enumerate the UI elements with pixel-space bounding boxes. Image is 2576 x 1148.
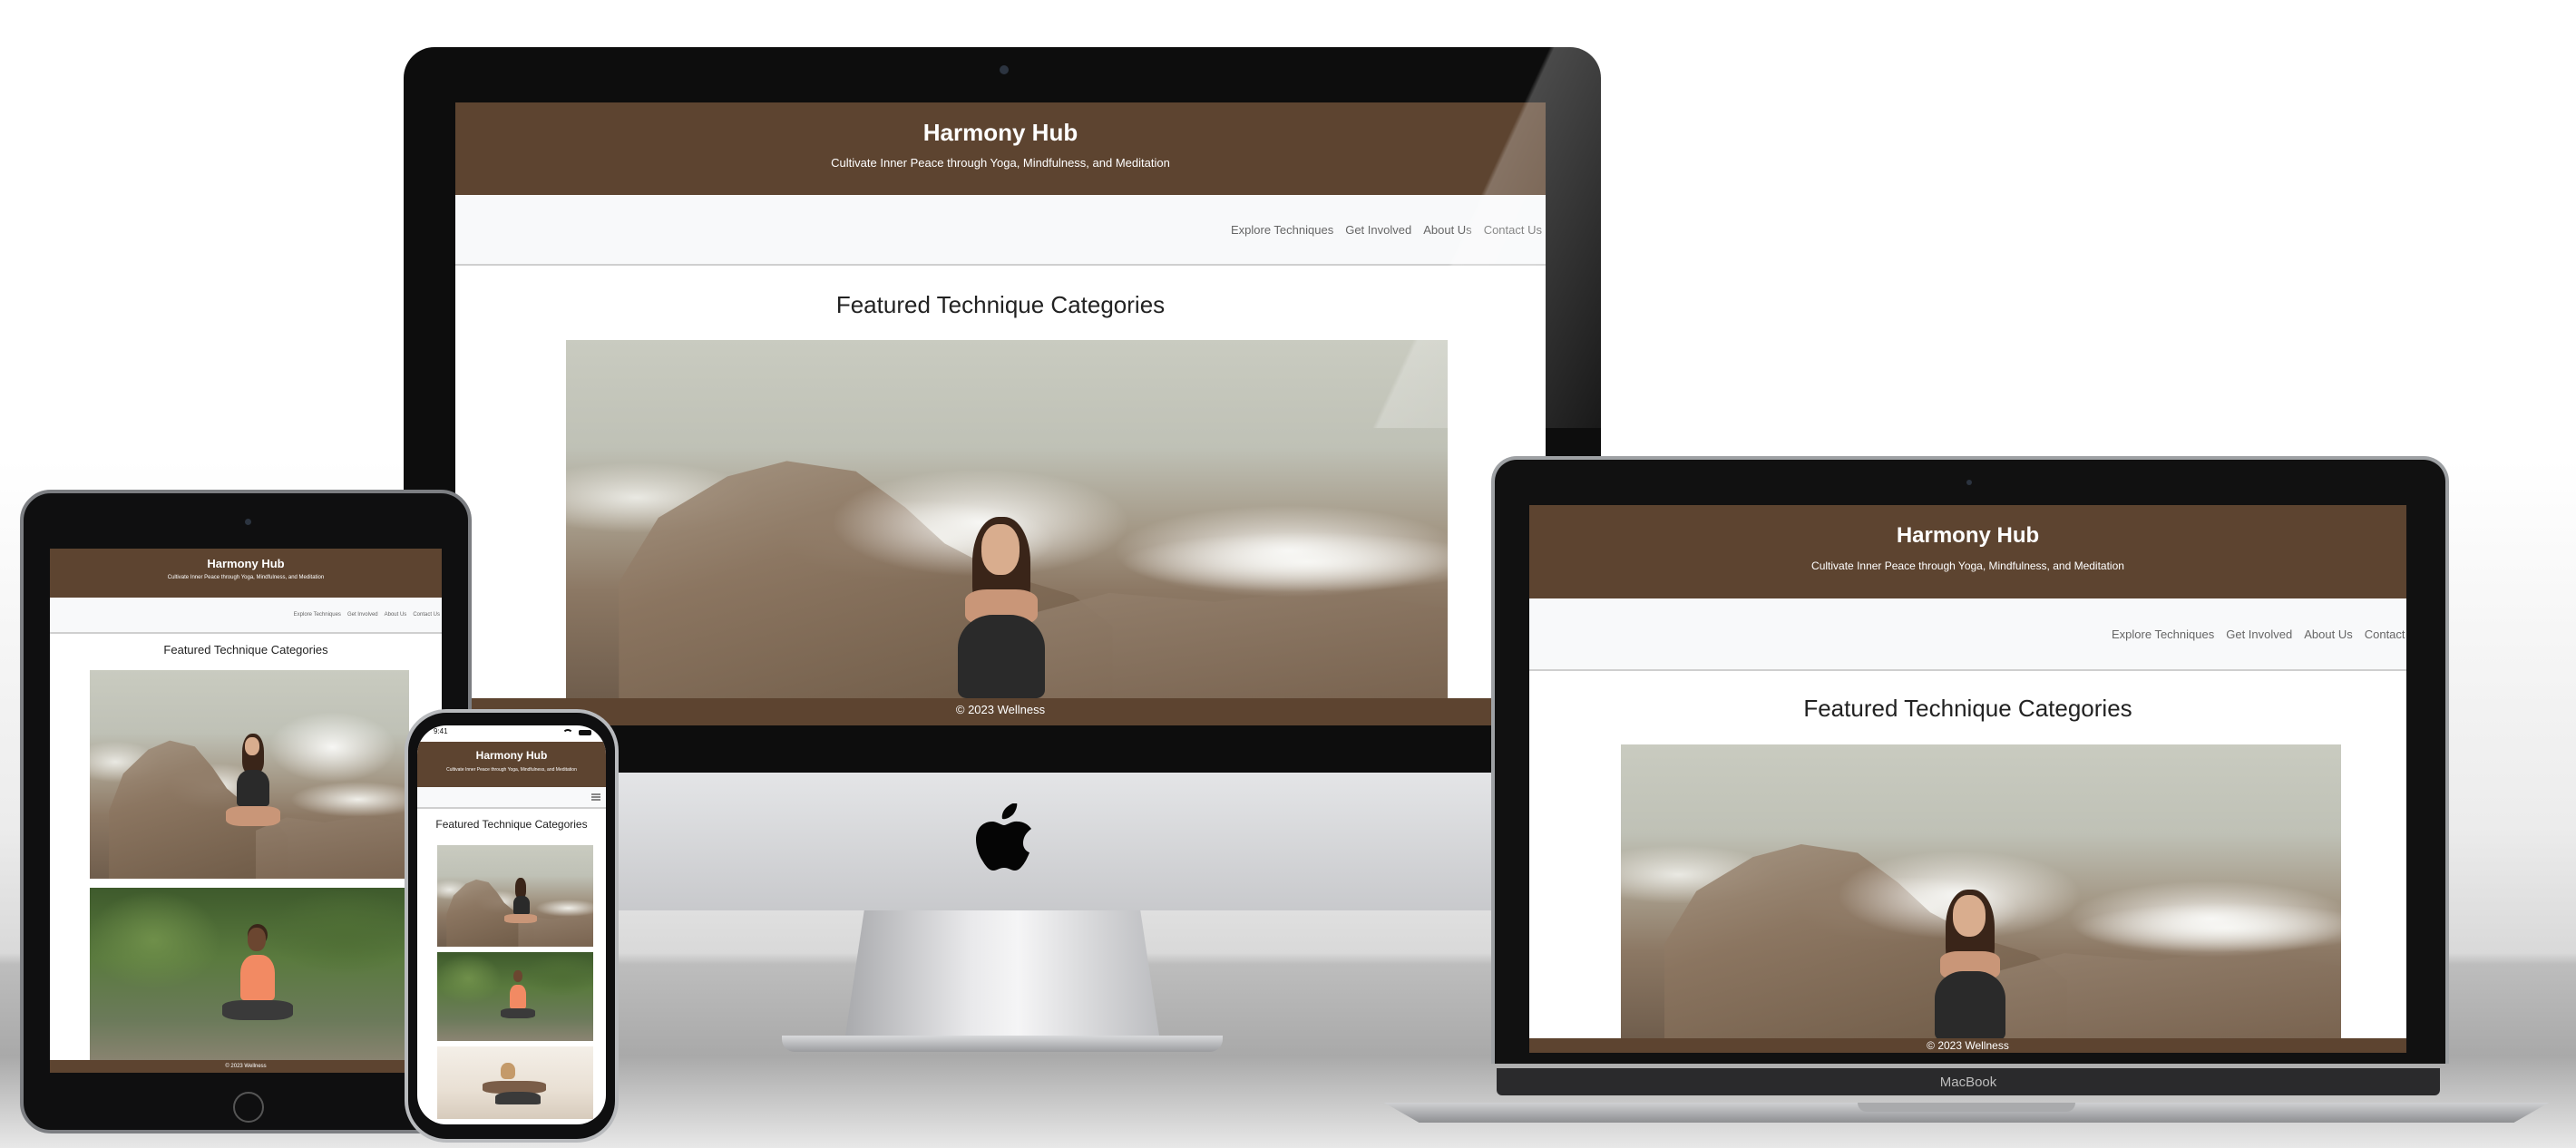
site-footer: © 2023 Wellness xyxy=(1529,1038,2406,1053)
meditation-mountain-photo[interactable] xyxy=(566,340,1448,698)
imac-camera xyxy=(1000,65,1009,74)
nav-explore-techniques[interactable]: Explore Techniques xyxy=(2112,628,2214,641)
nav-get-involved[interactable]: Get Involved xyxy=(347,612,378,618)
macbook-hinge: MacBook xyxy=(1497,1068,2440,1095)
nav-get-involved[interactable]: Get Involved xyxy=(1345,223,1411,237)
wifi-icon xyxy=(562,729,573,740)
site-tagline: Cultivate Inner Peace through Yoga, Mind… xyxy=(446,767,577,773)
nav-explore-techniques[interactable]: Explore Techniques xyxy=(1231,223,1333,237)
section-title: Featured Technique Categories xyxy=(1803,695,2132,722)
site-nav xyxy=(417,787,606,809)
meditation-mountain-photo[interactable] xyxy=(90,670,409,879)
iphone-screen: 9:41 Harmony Hub Cultivate Inner Peace t… xyxy=(417,725,606,1124)
section-title: Featured Technique Categories xyxy=(835,291,1166,318)
nav-about-us[interactable]: About Us xyxy=(1423,223,1471,237)
status-time: 9:41 xyxy=(434,727,448,735)
nav-about-us[interactable]: About Us xyxy=(385,612,407,618)
section-title: Featured Technique Categories xyxy=(163,643,328,657)
site-title[interactable]: Harmony Hub xyxy=(50,557,442,570)
imac-foot xyxy=(782,1036,1223,1052)
nav-about-us[interactable]: About Us xyxy=(2304,628,2352,641)
site-title[interactable]: Harmony Hub xyxy=(417,749,606,762)
site-tagline: Cultivate Inner Peace through Yoga, Mind… xyxy=(831,156,1170,170)
site-footer: © 2023 Wellness xyxy=(455,698,1546,725)
site-header: Harmony Hub Cultivate Inner Peace throug… xyxy=(1529,505,2406,598)
yoga-indoor-photo[interactable] xyxy=(437,1046,593,1119)
site-header: Harmony Hub Cultivate Inner Peace throug… xyxy=(455,102,1546,195)
site-header: Harmony Hub Cultivate Inner Peace throug… xyxy=(417,742,606,787)
site-nav: Explore Techniques Get Involved About Us… xyxy=(50,598,442,634)
site-nav: Explore Techniques Get Involved About Us… xyxy=(455,195,1546,266)
ipad-screen: Harmony Hub Cultivate Inner Peace throug… xyxy=(50,549,442,1073)
imac-stand xyxy=(845,910,1159,1036)
ipad-home-button[interactable] xyxy=(233,1092,264,1123)
site-tagline: Cultivate Inner Peace through Yoga, Mind… xyxy=(1811,559,2124,572)
nav-contact-us[interactable]: Contact Us xyxy=(2365,628,2406,641)
meditation-mountain-photo[interactable] xyxy=(1621,744,2341,1040)
battery-icon xyxy=(579,730,591,735)
meditating-woman xyxy=(929,517,1074,698)
meditation-forest-photo[interactable] xyxy=(437,952,593,1041)
status-bar: 9:41 xyxy=(417,725,606,742)
nav-contact-us[interactable]: Contact Us xyxy=(1484,223,1542,237)
meditation-mountain-photo[interactable] xyxy=(437,845,593,947)
macbook-camera xyxy=(1966,480,1972,485)
site-header: Harmony Hub Cultivate Inner Peace throug… xyxy=(50,549,442,598)
macbook-screen: Harmony Hub Cultivate Inner Peace throug… xyxy=(1529,505,2406,1053)
site-title[interactable]: Harmony Hub xyxy=(455,119,1546,147)
nav-contact-us[interactable]: Contact Us xyxy=(413,612,440,618)
ipad-camera xyxy=(245,519,251,525)
section-title: Featured Technique Categories xyxy=(435,818,588,831)
imac-screen: Harmony Hub Cultivate Inner Peace throug… xyxy=(455,102,1546,725)
nav-get-involved[interactable]: Get Involved xyxy=(2226,628,2292,641)
site-title[interactable]: Harmony Hub xyxy=(1529,523,2406,549)
site-footer: © 2023 Wellness xyxy=(50,1060,442,1073)
site-nav: Explore Techniques Get Involved About Us… xyxy=(1529,598,2406,671)
site-tagline: Cultivate Inner Peace through Yoga, Mind… xyxy=(167,575,325,580)
apple-logo-icon xyxy=(976,803,1031,871)
meditation-forest-photo[interactable] xyxy=(90,888,409,1064)
hamburger-icon[interactable] xyxy=(591,793,600,801)
nav-explore-techniques[interactable]: Explore Techniques xyxy=(294,612,341,618)
macbook-label: MacBook xyxy=(1939,1075,1997,1090)
